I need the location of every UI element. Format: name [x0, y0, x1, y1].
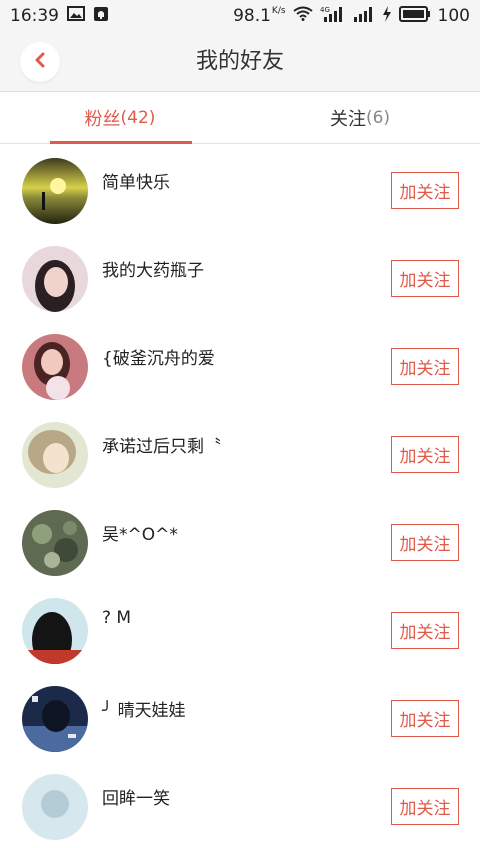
status-bar: 16:39 98.1K/s 4G 100 — [0, 0, 480, 32]
follow-button[interactable]: 加关注 — [391, 348, 459, 385]
list-item[interactable]: 我的大药瓶子 加关注 — [0, 232, 480, 320]
tab-fans-count: (42) — [120, 107, 156, 128]
page-title: 我的好友 — [195, 49, 284, 74]
list-item[interactable]: {破釜沉舟的爱 加关注 — [0, 320, 480, 408]
list-item[interactable]: 承诺过后只剩〝 加关注 — [0, 408, 480, 496]
friend-name: ╯ 晴天娃娃 — [102, 701, 186, 721]
friend-name: 我的大药瓶子 — [102, 261, 204, 281]
friend-name: 简单快乐 — [102, 173, 170, 193]
status-time: 16:39 — [10, 6, 59, 26]
image-notification-icon — [67, 6, 85, 26]
follow-button[interactable]: 加关注 — [391, 524, 459, 561]
friend-name: ? M — [102, 608, 132, 628]
list-item[interactable]: ╯ 晴天娃娃 加关注 — [0, 672, 480, 760]
avatar — [22, 774, 88, 840]
back-arrow-icon — [33, 51, 47, 73]
avatar — [22, 246, 88, 312]
signal-icon — [353, 6, 375, 27]
avatar — [22, 510, 88, 576]
battery-level: 100 — [437, 6, 470, 26]
follow-button[interactable]: 加关注 — [391, 260, 459, 297]
follow-button[interactable]: 加关注 — [391, 172, 459, 209]
friend-name: 承诺过后只剩〝 — [102, 437, 221, 457]
network-type-label: 4G — [320, 6, 330, 14]
header: 我的好友 — [0, 32, 480, 92]
network-speed-unit: K/s — [271, 6, 286, 16]
avatar — [22, 158, 88, 224]
wifi-icon — [292, 6, 313, 26]
list-item[interactable]: 回眸一笑 加关注 — [0, 760, 480, 848]
message-notification-icon — [93, 6, 109, 27]
list-item[interactable]: 简单快乐 加关注 — [0, 144, 480, 232]
tab-following-count: (6) — [365, 107, 391, 128]
friends-list: 简单快乐 加关注 我的大药瓶子 加关注 {破釜沉舟的爱 加关注 承诺过后只剩〝 … — [0, 144, 480, 848]
list-item[interactable]: 吴*^O^* 加关注 — [0, 496, 480, 584]
list-item[interactable]: ? M 加关注 — [0, 584, 480, 672]
tab-fans[interactable]: 粉丝 (42) — [0, 92, 240, 144]
back-button[interactable] — [20, 42, 60, 82]
friend-name: 吴*^O^* — [102, 525, 178, 545]
follow-button[interactable]: 加关注 — [391, 700, 459, 737]
follow-button[interactable]: 加关注 — [391, 788, 459, 825]
avatar — [22, 334, 88, 400]
tab-following[interactable]: 关注 (6) — [240, 92, 480, 143]
battery-icon — [398, 5, 431, 27]
status-left: 16:39 — [10, 6, 109, 27]
cellular-4g-icon: 4G — [320, 5, 346, 28]
tab-fans-label: 粉丝 — [84, 108, 121, 130]
status-right: 98.1K/s 4G 100 — [233, 5, 470, 28]
charging-icon — [382, 5, 392, 27]
friends-tabs: 粉丝 (42) 关注 (6) — [0, 92, 480, 144]
follow-button[interactable]: 加关注 — [391, 436, 459, 473]
avatar — [22, 598, 88, 664]
friend-name: 回眸一笑 — [102, 789, 170, 809]
follow-button[interactable]: 加关注 — [391, 612, 459, 649]
network-speed: 98.1K/s — [233, 6, 285, 26]
network-speed-value: 98.1 — [233, 6, 271, 26]
avatar — [22, 422, 88, 488]
avatar — [22, 686, 88, 752]
tab-following-label: 关注 — [329, 108, 366, 130]
friend-name: {破釜沉舟的爱 — [102, 349, 215, 369]
